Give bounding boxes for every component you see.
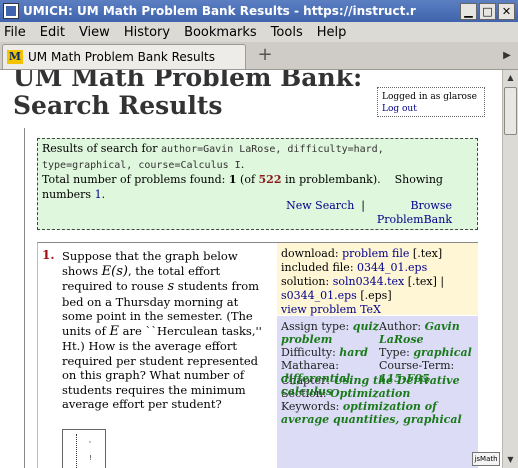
problem-statement: Suppose that the graph below shows E(s),…	[62, 249, 272, 412]
problem-graph-image: ' !	[62, 429, 106, 468]
solution-eps-link[interactable]: s0344_01.eps	[281, 289, 357, 302]
umich-favicon-icon: M	[7, 50, 23, 64]
solution-file-link[interactable]: soln0344.tex	[333, 275, 405, 288]
assign-type-label: Assign type:	[281, 320, 353, 333]
course-term-label: Course-Term:	[379, 359, 455, 372]
tab-label: UM Math Problem Bank Results	[28, 50, 215, 64]
total-label: Total number of problems found:	[42, 173, 229, 186]
matharea-label: Matharea:	[281, 359, 339, 372]
difficulty-label: Difficulty:	[281, 346, 340, 359]
vertical-scrollbar[interactable]: ▲ ▼	[502, 70, 518, 468]
math-E-of-s: E(s)	[101, 263, 128, 279]
included-file-link[interactable]: 0344_01.eps	[357, 261, 427, 274]
menu-tools[interactable]: Tools	[271, 25, 303, 40]
type-value: graphical	[413, 346, 472, 359]
graph-axis	[76, 434, 77, 468]
of-suffix: in problembank).	[281, 173, 381, 186]
results-period: .	[240, 157, 245, 171]
showing-end: .	[101, 187, 106, 201]
type-label: Type:	[379, 346, 414, 359]
download-panel: download: problem file [.tex] included f…	[277, 243, 478, 316]
problem-number: 1.	[42, 248, 55, 262]
problem-metadata-panel: Assign type: quiz problem Difficulty: ha…	[277, 316, 478, 468]
page-title: UM Math Problem Bank: Search Results	[13, 70, 363, 120]
menu-history[interactable]: History	[124, 25, 170, 40]
close-button[interactable]: ✕	[498, 2, 515, 20]
menu-bookmarks[interactable]: Bookmarks	[184, 25, 257, 40]
link-separator: |	[361, 199, 365, 212]
of-prefix: (of	[236, 173, 259, 186]
login-box: Logged in as glarose Log out	[377, 87, 485, 117]
tab-problem-bank-results[interactable]: M UM Math Problem Bank Results	[2, 44, 246, 69]
view-tex-link[interactable]: view problem TeX	[281, 303, 381, 316]
new-search-link[interactable]: New Search	[286, 199, 354, 212]
menu-bar: File Edit View History Bookmarks Tools H…	[0, 22, 518, 42]
matharea-value: differential calculus	[281, 372, 351, 398]
window-menu-icon[interactable]	[3, 3, 19, 19]
window-title: UMICH: UM Math Problem Bank Results - ht…	[23, 4, 416, 18]
difficulty-value: hard	[339, 346, 368, 359]
results-prefix: Results of search for	[42, 142, 161, 155]
logout-link[interactable]: Log out	[382, 103, 480, 115]
new-tab-button[interactable]: +	[254, 45, 276, 67]
page-viewport: UM Math Problem Bank: Search Results Log…	[0, 70, 502, 468]
menu-view[interactable]: View	[79, 25, 110, 40]
menu-file[interactable]: File	[4, 25, 26, 40]
eps-ext: [.eps]	[356, 289, 392, 302]
results-links: New Search | Browse ProblemBank	[286, 199, 452, 227]
download-label: download:	[281, 247, 343, 260]
scroll-down-arrow-icon[interactable]: ▼	[503, 452, 518, 468]
math-E: E	[109, 323, 120, 339]
found-count: 1	[228, 173, 237, 186]
author-label: Author:	[379, 320, 425, 333]
total-bank-count: 522	[258, 173, 282, 186]
included-label: included file:	[281, 261, 358, 274]
minimize-button[interactable]: ▁	[460, 2, 477, 20]
problem-file-link[interactable]: problem file	[342, 247, 409, 260]
graph-tick: !	[89, 454, 92, 462]
solution-label: solution:	[281, 275, 333, 288]
problem-card: 1. Suppose that the graph below shows E(…	[37, 242, 478, 468]
menu-edit[interactable]: Edit	[40, 25, 65, 40]
tab-list-arrow-icon[interactable]: ▶	[500, 49, 514, 63]
scrollbar-thumb[interactable]	[504, 87, 517, 135]
content-frame-border	[24, 128, 25, 468]
course-term-value: 115-F05	[379, 372, 430, 385]
maximize-button[interactable]: □	[479, 2, 496, 20]
menu-help[interactable]: Help	[317, 25, 347, 40]
graph-tick: '	[89, 440, 91, 448]
window-title-bar: UMICH: UM Math Problem Bank Results - ht…	[0, 0, 518, 22]
search-results-summary: Results of search for author=Gavin LaRos…	[37, 138, 478, 230]
logged-in-text: Logged in as glarose	[382, 92, 477, 102]
tab-bar: M UM Math Problem Bank Results + ▶	[0, 42, 518, 70]
browse-problembank-link[interactable]: Browse ProblemBank	[372, 199, 452, 227]
showing-value[interactable]: 1	[95, 188, 102, 201]
tex-ext: [.tex]	[409, 247, 443, 260]
jsmath-button[interactable]: jsMath	[472, 452, 500, 466]
solution-ext: [.tex] |	[404, 275, 445, 288]
scroll-up-arrow-icon[interactable]: ▲	[503, 70, 518, 86]
